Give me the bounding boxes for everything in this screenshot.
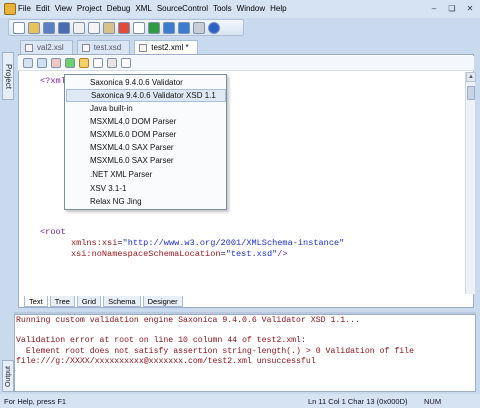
copy-icon[interactable] — [88, 21, 100, 34]
output-line: file:///g:/XXXX/xxxxxxxxxx@xxxxxxx.com/t… — [16, 356, 316, 366]
output-side-tab-label: Output — [4, 365, 12, 387]
schema-location-value: "test.xsd" — [225, 248, 278, 259]
xmlns-attr: xmlns:xsi — [70, 237, 118, 248]
output-line: Element root does not satisfy assertion … — [16, 346, 414, 356]
status-help: For Help, press F1 — [4, 396, 67, 406]
menu-tools[interactable]: Tools — [213, 4, 232, 13]
menu-view[interactable]: View — [55, 4, 72, 13]
project-side-tab[interactable]: Project — [2, 52, 14, 100]
validator-java[interactable]: Java built-in — [66, 102, 226, 115]
validator-dropdown-button[interactable] — [79, 58, 89, 68]
view-tabs: Text Tree Grid Schema Designer — [24, 296, 183, 307]
editor-vertical-scrollbar[interactable]: ▲ — [465, 72, 476, 294]
tab-grid[interactable]: Grid — [76, 296, 102, 307]
tab-designer[interactable]: Designer — [142, 296, 183, 307]
validator-msxml4-dom[interactable]: MSXML4.0 DOM Parser — [66, 115, 226, 128]
tab-schema[interactable]: Schema — [103, 296, 141, 307]
schema-location-attr: xsi:noNamespaceSchemaLocation — [70, 248, 221, 259]
tab-tree[interactable]: Tree — [49, 296, 75, 307]
menu-sourcecontrol[interactable]: SourceControl — [157, 4, 208, 13]
menu-help[interactable]: Help — [270, 4, 286, 13]
refresh-icon[interactable] — [148, 21, 160, 34]
redo-icon[interactable] — [178, 21, 190, 34]
minimize-icon[interactable]: – — [428, 3, 440, 14]
new-file-icon[interactable] — [13, 21, 25, 34]
menu-file[interactable]: File — [18, 4, 31, 13]
window-controls: – ❏ ✕ — [428, 3, 476, 14]
root-tag: <root — [40, 227, 66, 238]
validator-msxml6-dom[interactable]: MSXML6.0 DOM Parser — [66, 128, 226, 141]
open-folder-icon[interactable] — [28, 21, 40, 34]
tab-test-xsd[interactable]: test.xsd — [76, 40, 131, 54]
scroll-up-icon[interactable]: ▲ — [466, 72, 476, 82]
menu-edit[interactable]: Edit — [36, 4, 50, 13]
validator-xsv[interactable]: XSV 3.1-1 — [66, 182, 226, 195]
cut-icon[interactable] — [73, 21, 85, 34]
editor-toolbar — [18, 56, 474, 71]
output-text: Running custom validation engine Saxonic… — [16, 316, 456, 367]
menu-window[interactable]: Window — [237, 4, 265, 13]
file-icon — [81, 44, 90, 52]
validator-dropdown-menu: Saxonica 9.4.0.6 Validator Saxonica 9.4.… — [64, 74, 227, 210]
save-icon[interactable] — [43, 21, 55, 34]
validator-dotnet[interactable]: .NET XML Parser — [66, 168, 226, 181]
close-icon[interactable]: ✕ — [464, 3, 476, 14]
validator-msxml4-sax[interactable]: MSXML4.0 SAX Parser — [66, 141, 226, 154]
delete-icon[interactable] — [118, 21, 130, 34]
undo-icon[interactable] — [163, 21, 175, 34]
output-side-tab[interactable]: Output — [2, 360, 14, 392]
help-icon[interactable] — [208, 21, 220, 34]
xpath-icon[interactable] — [107, 58, 117, 68]
grid-icon[interactable] — [23, 58, 33, 68]
tab-label: test.xsd — [93, 43, 122, 52]
file-icon — [139, 44, 148, 52]
tab-label: val2.xsl — [37, 43, 64, 52]
status-cursor-position: Ln 11 Col 1 Char 13 (0x000D) — [308, 396, 408, 406]
format-icon[interactable] — [93, 58, 103, 68]
title-menubar: File Edit View Project Debug XML SourceC… — [0, 0, 480, 18]
app-icon[interactable] — [4, 3, 16, 15]
project-side-tab-label: Project — [3, 63, 13, 89]
scroll-thumb[interactable] — [467, 86, 475, 100]
validator-relaxng[interactable]: Relax NG Jing — [66, 195, 226, 208]
xml-declaration: <?xml — [40, 76, 66, 86]
output-line: Running custom validation engine Saxonic… — [16, 316, 360, 325]
print-icon[interactable] — [193, 21, 205, 34]
status-num: NUM — [424, 396, 442, 406]
main-toolbar — [8, 19, 244, 36]
file-icon — [25, 44, 33, 52]
tree-icon[interactable] — [37, 58, 47, 68]
restore-icon[interactable]: ❏ — [446, 3, 458, 14]
xmlns-value: "http://www.w3.org/2001/XMLSchema-instan… — [122, 237, 345, 248]
tab-test2-xml[interactable]: test2.xml * — [134, 40, 198, 54]
tab-text[interactable]: Text — [24, 296, 48, 307]
save-all-icon[interactable] — [58, 21, 70, 34]
menu-project[interactable]: Project — [77, 4, 102, 13]
tab-label: test2.xml * — [151, 43, 189, 52]
menubar: File Edit View Project Debug XML SourceC… — [18, 4, 287, 13]
document-icon[interactable] — [133, 21, 145, 34]
wellformed-icon[interactable] — [65, 58, 75, 68]
status-bar: For Help, press F1 Ln 11 Col 1 Char 13 (… — [0, 394, 480, 408]
tag-close: /> — [277, 248, 288, 259]
menu-debug[interactable]: Debug — [107, 4, 131, 13]
document-tabs: val2.xsl test.xsd test2.xml * — [20, 40, 198, 54]
validator-saxon[interactable]: Saxonica 9.4.0.6 Validator — [66, 76, 226, 89]
paste-icon[interactable] — [103, 21, 115, 34]
tab-val2-xsl[interactable]: val2.xsl — [20, 40, 73, 54]
output-line: Validation error at root on line 10 colu… — [16, 336, 306, 346]
validate-icon[interactable] — [51, 58, 61, 68]
validator-msxml6-sax[interactable]: MSXML6.0 SAX Parser — [66, 154, 226, 167]
transform-icon[interactable] — [121, 58, 131, 68]
validator-saxon-xsd11[interactable]: Saxonica 9.4.0.6 Validator XSD 1.1 — [66, 89, 226, 102]
menu-xml[interactable]: XML — [135, 4, 151, 13]
